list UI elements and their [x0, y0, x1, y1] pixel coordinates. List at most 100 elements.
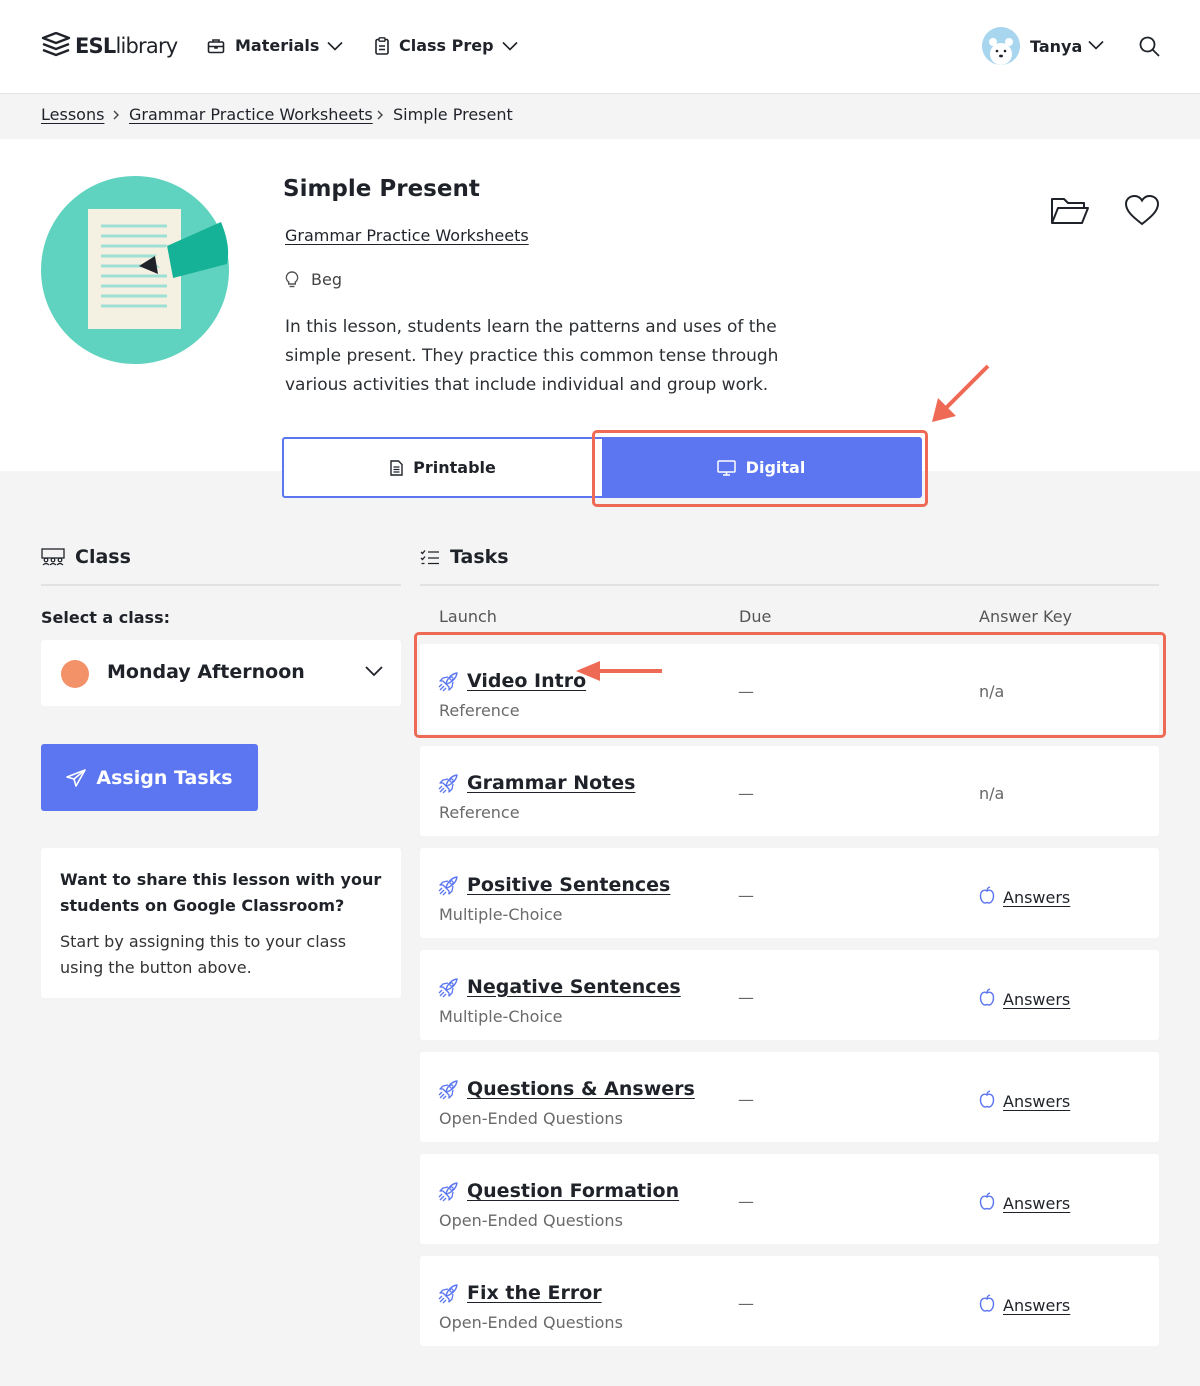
- task-launch-link[interactable]: Positive Sentences: [467, 874, 670, 896]
- lesson-worksheet-illustration: [41, 176, 229, 364]
- col-due: Due: [739, 607, 772, 626]
- chevron-down-icon: [365, 666, 383, 677]
- share-title: Want to share this lesson with your stud…: [60, 870, 382, 915]
- task-due: —: [738, 886, 754, 905]
- chevron-down-icon[interactable]: [1088, 40, 1104, 50]
- google-classroom-info-card: Want to share this lesson with your stud…: [41, 848, 401, 998]
- nav-class-prep[interactable]: Class Prep: [375, 36, 518, 55]
- rocket-icon[interactable]: [438, 1284, 458, 1308]
- answers-link[interactable]: Answers: [1003, 1194, 1070, 1213]
- assign-tasks-button[interactable]: Assign Tasks: [41, 744, 258, 811]
- task-row: Question Formation Open-Ended Questions — A…: [420, 1154, 1159, 1244]
- user-avatar[interactable]: [982, 27, 1020, 65]
- paper-plane-icon: [66, 768, 87, 787]
- assign-tasks-label: Assign Tasks: [96, 766, 233, 789]
- chevron-down-icon: [501, 41, 518, 51]
- task-type: Multiple-Choice: [439, 905, 563, 924]
- rocket-icon[interactable]: [438, 978, 458, 1002]
- task-row: Negative Sentences Multiple-Choice — Answer…: [420, 950, 1159, 1040]
- apple-icon: [979, 1294, 995, 1316]
- task-launch-link[interactable]: Fix the Error: [467, 1282, 602, 1304]
- class-select-dropdown[interactable]: Monday Afternoon: [41, 640, 401, 706]
- lesson-level: Beg: [285, 270, 342, 289]
- nav-materials[interactable]: Materials: [207, 36, 343, 55]
- answers-link[interactable]: Answers: [1003, 888, 1070, 907]
- annotation-arrow-icon: [576, 661, 662, 681]
- task-due: —: [738, 1294, 754, 1313]
- task-answers[interactable]: Answers: [979, 1090, 1070, 1112]
- task-launch-link[interactable]: Question Formation: [467, 1180, 679, 1202]
- task-row: Positive Sentences Multiple-Choice — Answer…: [420, 848, 1159, 938]
- top-header: ESLlibrary Materials Class Prep Tanya: [0, 0, 1200, 94]
- printable-label: Printable: [413, 458, 496, 477]
- task-type: Open-Ended Questions: [439, 1313, 623, 1332]
- answers-link[interactable]: Answers: [1003, 990, 1070, 1009]
- breadcrumb-current: Simple Present: [393, 105, 513, 124]
- folder-open-icon[interactable]: [1050, 195, 1090, 227]
- user-name[interactable]: Tanya: [1030, 37, 1082, 56]
- task-type: Open-Ended Questions: [439, 1211, 623, 1230]
- lightbulb-icon: [285, 270, 299, 287]
- rocket-icon[interactable]: [438, 876, 458, 900]
- col-answer-key: Answer Key: [979, 607, 1073, 626]
- task-due: —: [738, 784, 754, 803]
- apple-icon: [979, 886, 995, 908]
- task-answers[interactable]: Answers: [979, 1294, 1070, 1316]
- chevron-right-icon: [377, 110, 383, 120]
- apple-icon: [979, 988, 995, 1010]
- rocket-icon[interactable]: [438, 1080, 458, 1104]
- col-launch: Launch: [439, 607, 497, 626]
- answers-link[interactable]: Answers: [1003, 1092, 1070, 1111]
- lesson-category-link[interactable]: Grammar Practice Worksheets: [285, 226, 529, 245]
- search-icon[interactable]: [1139, 36, 1160, 57]
- class-heading: Class: [75, 546, 131, 568]
- printable-button[interactable]: Printable: [284, 439, 602, 496]
- task-due: —: [738, 988, 754, 1007]
- breadcrumb-lessons[interactable]: Lessons: [41, 105, 104, 124]
- task-row: Grammar Notes Reference — n/a: [420, 746, 1159, 836]
- tasks-divider: [420, 584, 1159, 586]
- video-intro-highlight-box: [414, 632, 1166, 738]
- esl-library-logo[interactable]: ESLlibrary: [41, 32, 178, 60]
- chevron-right-icon: [113, 110, 119, 120]
- breadcrumb-grammar-practice[interactable]: Grammar Practice Worksheets: [129, 105, 373, 124]
- tasks-heading: Tasks: [450, 546, 509, 568]
- lesson-title: Simple Present: [283, 176, 480, 202]
- task-launch-link[interactable]: Questions & Answers: [467, 1078, 695, 1100]
- task-answers[interactable]: Answers: [979, 988, 1070, 1010]
- task-due: —: [738, 1090, 754, 1109]
- class-color-dot: [61, 660, 89, 688]
- task-answers[interactable]: Answers: [979, 886, 1070, 908]
- briefcase-icon: [207, 38, 225, 53]
- class-section-header: Class: [41, 546, 131, 568]
- task-answer-na: n/a: [979, 784, 1005, 803]
- checklist-icon: [420, 550, 439, 565]
- rocket-icon[interactable]: [438, 774, 458, 798]
- task-launch-link[interactable]: Grammar Notes: [467, 772, 635, 794]
- task-type: Open-Ended Questions: [439, 1109, 623, 1128]
- chevron-down-icon: [327, 41, 343, 51]
- task-type: Reference: [439, 803, 520, 822]
- polar-bear-avatar-icon: [982, 27, 1020, 65]
- select-class-label: Select a class:: [41, 608, 170, 627]
- task-launch-link[interactable]: Negative Sentences: [467, 976, 681, 998]
- task-row: Questions & Answers Open-Ended Questions —…: [420, 1052, 1159, 1142]
- apple-icon: [979, 1090, 995, 1112]
- task-due: —: [738, 1192, 754, 1211]
- clipboard-icon: [375, 36, 389, 55]
- rocket-icon[interactable]: [438, 1182, 458, 1206]
- answers-link[interactable]: Answers: [1003, 1296, 1070, 1315]
- nav-materials-label: Materials: [235, 36, 320, 55]
- heart-icon[interactable]: [1124, 194, 1160, 226]
- classroom-icon: [41, 548, 65, 566]
- book-stack-icon: [41, 32, 71, 57]
- apple-icon: [979, 1192, 995, 1214]
- document-icon: [390, 459, 403, 476]
- lesson-level-label: Beg: [311, 270, 342, 289]
- task-type: Multiple-Choice: [439, 1007, 563, 1026]
- logo-text: ESLlibrary: [75, 34, 178, 58]
- annotation-arrow-icon: [932, 364, 990, 422]
- task-answers[interactable]: Answers: [979, 1192, 1070, 1214]
- digital-highlight-box: [592, 430, 928, 507]
- share-body: Start by assigning this to your class us…: [60, 932, 347, 977]
